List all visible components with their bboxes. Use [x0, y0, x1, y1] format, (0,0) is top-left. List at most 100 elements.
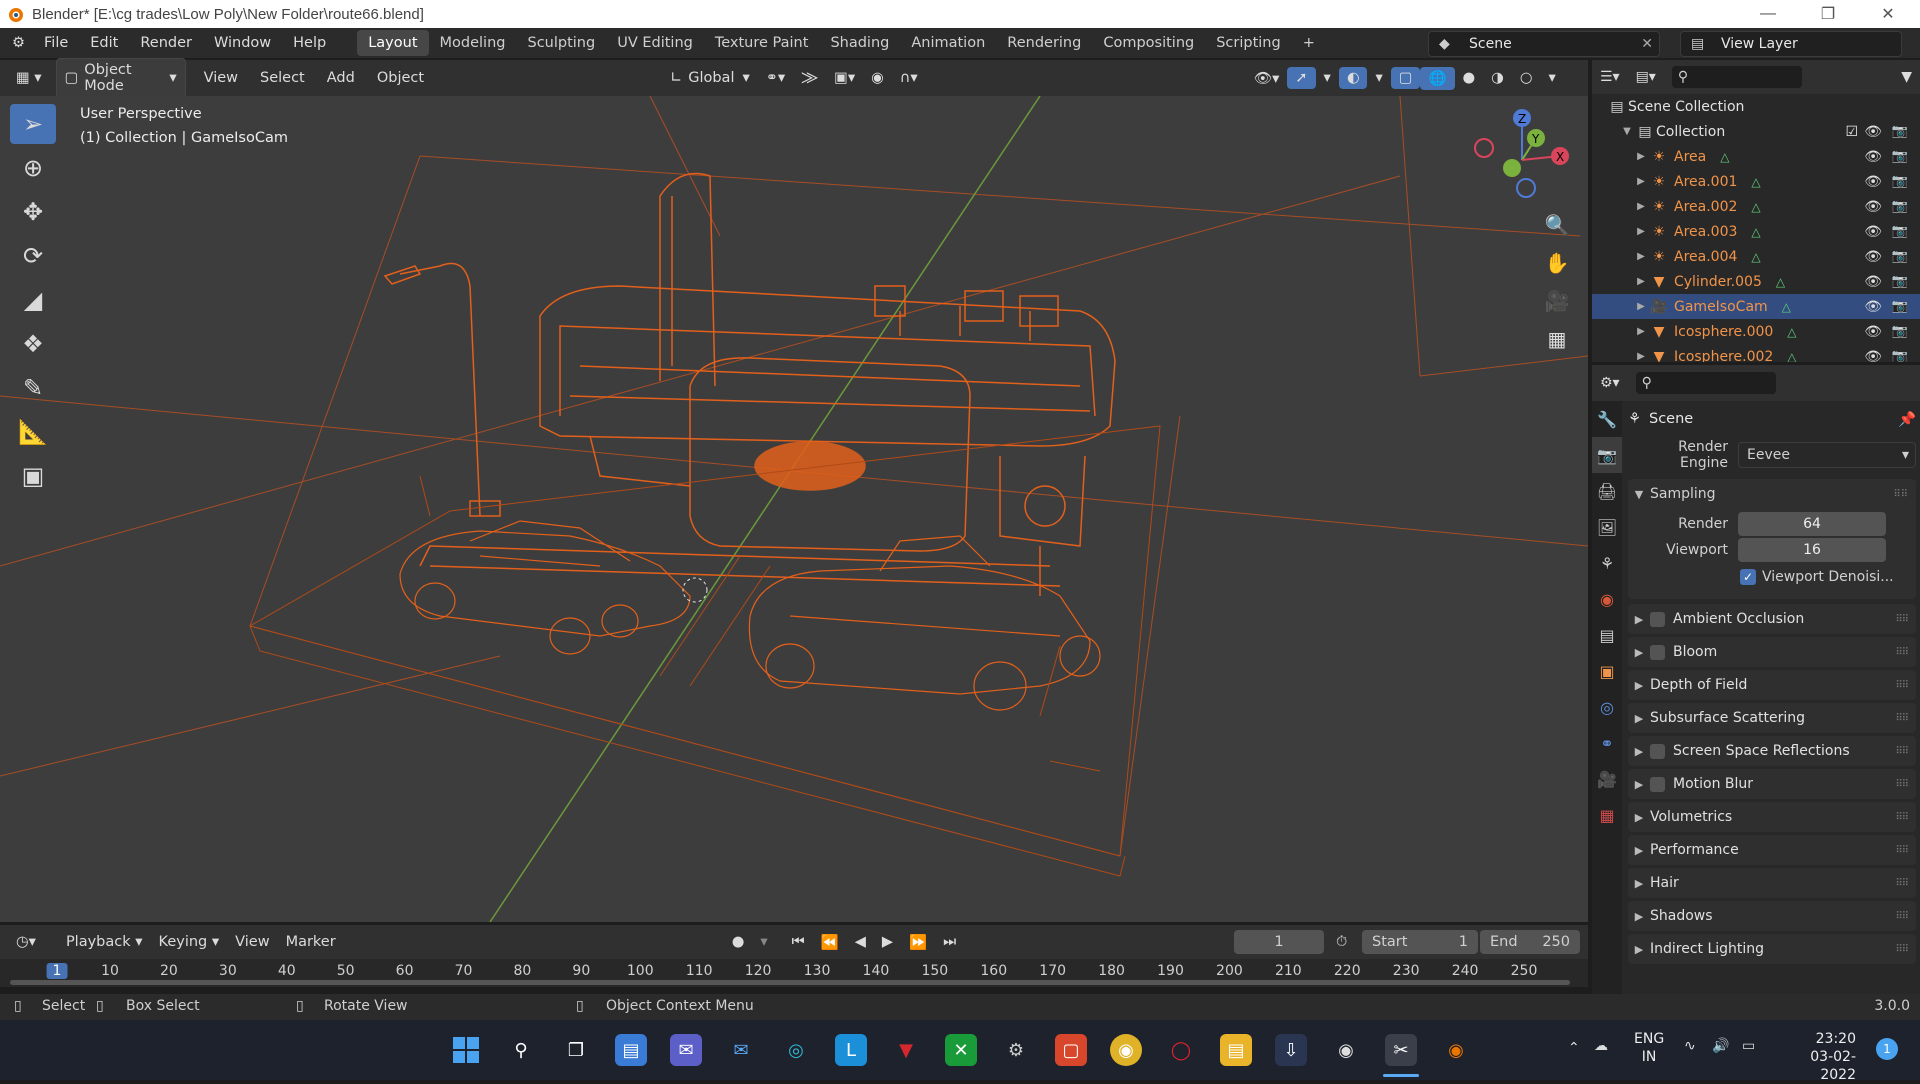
tab-sculpting[interactable]: Sculpting [516, 30, 606, 56]
drag-handle-icon[interactable]: ⠿⠿ [1895, 911, 1909, 922]
eye-icon[interactable]: 👁 [1864, 199, 1882, 215]
chrome-icon[interactable]: ◉ [1110, 1034, 1142, 1066]
expand-arrow-icon[interactable]: ▶ [1634, 226, 1648, 237]
outliner-item[interactable]: ▶ 🎥 GameIsoCam △ 👁 📷 [1592, 294, 1920, 319]
outliner-search-input[interactable]: ⚲ [1671, 66, 1802, 88]
panel-header[interactable]: ▶ Hair ⠿⠿ [1628, 868, 1916, 898]
pin-icon[interactable]: 📌 [1898, 411, 1916, 428]
eye-icon[interactable]: 👁 [1864, 149, 1882, 165]
drag-handle-icon[interactable]: ⠿⠿ [1895, 845, 1909, 856]
properties-search-input[interactable]: ⚲ [1635, 372, 1776, 394]
stopwatch-icon[interactable]: ⏱ [1336, 934, 1347, 950]
start-button-icon[interactable] [450, 1034, 482, 1066]
object-data-icon[interactable]: △ [1751, 175, 1760, 189]
overlay-toggle-icon[interactable]: ◐ [1338, 67, 1368, 89]
mcafee-icon[interactable]: ▼ [890, 1034, 922, 1066]
pivot-icon[interactable]: ⚭▾ [758, 67, 793, 89]
drag-handle-icon[interactable]: ⠿⠿ [1895, 779, 1909, 790]
timeline-menu-keying[interactable]: Keying ▾ [151, 931, 228, 953]
timeline-menu-view[interactable]: View [227, 931, 277, 953]
viewport-menu-object[interactable]: Object [369, 67, 432, 89]
tab-layout[interactable]: Layout [357, 30, 429, 56]
settings-icon[interactable]: ⚙ [1000, 1034, 1032, 1066]
render-engine-dropdown[interactable]: Eevee ▾ [1738, 442, 1916, 468]
drag-handle-icon[interactable]: ⠿⠿ [1895, 878, 1909, 889]
drag-handle-icon[interactable]: ⠿⠿ [1895, 713, 1909, 724]
scene-selector[interactable]: ◆ Scene ✕ [1428, 31, 1660, 57]
outliner-item[interactable]: ▶ ▼ Cylinder.005 △ 👁 📷 [1592, 269, 1920, 294]
outliner-item[interactable]: ▶ ☀ Area.004 △ 👁 📷 [1592, 244, 1920, 269]
move-tool-icon[interactable]: ✥ [10, 192, 56, 232]
eye-icon[interactable]: 👁 [1864, 124, 1882, 140]
panel-header[interactable]: ▶ Depth of Field ⠿⠿ [1628, 670, 1916, 700]
python-installer-icon[interactable]: ⇩ [1275, 1034, 1307, 1066]
timeline-menu-marker[interactable]: Marker [278, 931, 344, 953]
eye-icon[interactable]: 👁 [1864, 174, 1882, 190]
expand-arrow-icon[interactable]: ▼ [1620, 126, 1634, 137]
pan-hand-icon[interactable]: ✋ [1540, 246, 1574, 280]
collection-row[interactable]: ▼ ▤ Collection ☑ 👁 📷 [1592, 119, 1920, 144]
visibility-icon[interactable]: 👁▾ [1246, 67, 1288, 90]
outliner-item[interactable]: ▶ ☀ Area △ 👁 📷 [1592, 144, 1920, 169]
outliner-editor-icon[interactable]: ☰▾ [1592, 66, 1628, 88]
end-frame-field[interactable]: End 250 [1480, 930, 1580, 954]
task-view-icon[interactable]: ❐ [560, 1034, 592, 1066]
object-data-icon[interactable]: △ [1720, 150, 1729, 164]
falloff-icon[interactable]: ∩▾ [892, 67, 926, 89]
orientation-dropdown[interactable]: ∟ Global ▾ [662, 67, 758, 89]
mode-dropdown[interactable]: ▢ Object Mode ▾ [55, 58, 186, 98]
keying-dropdown-icon[interactable]: ▾ [752, 931, 775, 953]
drag-handle-icon[interactable]: ⠿⠿ [1893, 489, 1908, 500]
filter-icon[interactable]: ▼ [1893, 66, 1920, 88]
timeline-editor-icon[interactable]: ◷▾ [8, 931, 44, 953]
outliner-item[interactable]: ▶ ☀ Area.003 △ 👁 📷 [1592, 219, 1920, 244]
object-data-icon[interactable]: △ [1751, 225, 1760, 239]
navigation-gizmo[interactable]: Z Y X [1470, 108, 1580, 208]
show-hidden-icons[interactable]: ⌃ [1568, 1040, 1580, 1056]
tab-uv-editing[interactable]: UV Editing [606, 30, 704, 56]
data-tab-icon[interactable]: 🎥 [1592, 761, 1622, 797]
panel-header[interactable]: ▶ Ambient Occlusion ⠿⠿ [1628, 604, 1916, 634]
opera-icon[interactable]: ◯ [1165, 1034, 1197, 1066]
widgets-icon[interactable]: ▤ [615, 1034, 647, 1066]
tab-texture-paint[interactable]: Texture Paint [704, 30, 820, 56]
view-layer-tab-icon[interactable]: 🖼 [1592, 509, 1622, 545]
panel-checkbox[interactable] [1650, 776, 1665, 792]
annotate-tool-icon[interactable]: ✎ [10, 368, 56, 408]
panel-header[interactable]: ▶ Indirect Lighting ⠿⠿ [1628, 934, 1916, 964]
expand-arrow-icon[interactable]: ▶ [1634, 326, 1648, 337]
scene-collection-row[interactable]: ▤ Scene Collection [1592, 94, 1920, 119]
menu-file[interactable]: File [33, 35, 79, 51]
render-samples-field[interactable]: 64 [1738, 512, 1886, 536]
texture-tab-icon[interactable]: ▦ [1592, 797, 1622, 833]
object-data-icon[interactable]: △ [1787, 325, 1796, 339]
tab-modeling[interactable]: Modeling [429, 30, 517, 56]
drag-handle-icon[interactable]: ⠿⠿ [1895, 614, 1909, 625]
scene-tab-icon[interactable]: ⚘ [1592, 545, 1622, 581]
tab-animation[interactable]: Animation [900, 30, 996, 56]
viewport-menu-select[interactable]: Select [252, 67, 313, 89]
measure-tool-icon[interactable]: 📐 [10, 412, 56, 452]
expand-arrow-icon[interactable]: ▶ [1634, 176, 1648, 187]
panel-checkbox[interactable] [1650, 611, 1665, 627]
sampling-header[interactable]: ▼ Sampling ⠿⠿ [1628, 479, 1916, 509]
menu-render[interactable]: Render [129, 35, 203, 51]
play-icon[interactable]: ▶ [874, 931, 901, 953]
viewport-samples-field[interactable]: 16 [1738, 538, 1886, 562]
drag-handle-icon[interactable]: ⠿⠿ [1895, 812, 1909, 823]
panel-checkbox[interactable] [1650, 743, 1665, 759]
snap-target-icon[interactable]: ▣▾ [826, 67, 863, 89]
drag-handle-icon[interactable]: ⠿⠿ [1895, 746, 1909, 757]
jump-end-icon[interactable]: ⏭ [935, 931, 964, 953]
outliner-item[interactable]: ▶ ☀ Area.002 △ 👁 📷 [1592, 194, 1920, 219]
expand-arrow-icon[interactable]: ▶ [1634, 251, 1648, 262]
file-explorer-icon[interactable]: ▤ [1220, 1034, 1252, 1066]
eye-icon[interactable]: 👁 [1864, 324, 1882, 340]
language-indicator[interactable]: ENG IN [1634, 1030, 1664, 1066]
search-taskbar-icon[interactable]: ⚲ [505, 1034, 537, 1066]
panel-header[interactable]: ▶ Bloom ⠿⠿ [1628, 637, 1916, 667]
tab-compositing[interactable]: Compositing [1092, 30, 1205, 56]
expand-arrow-icon[interactable]: ▶ [1634, 201, 1648, 212]
add-workspace-button[interactable]: + [1292, 30, 1326, 56]
rotate-tool-icon[interactable]: ⟳ [10, 236, 56, 276]
